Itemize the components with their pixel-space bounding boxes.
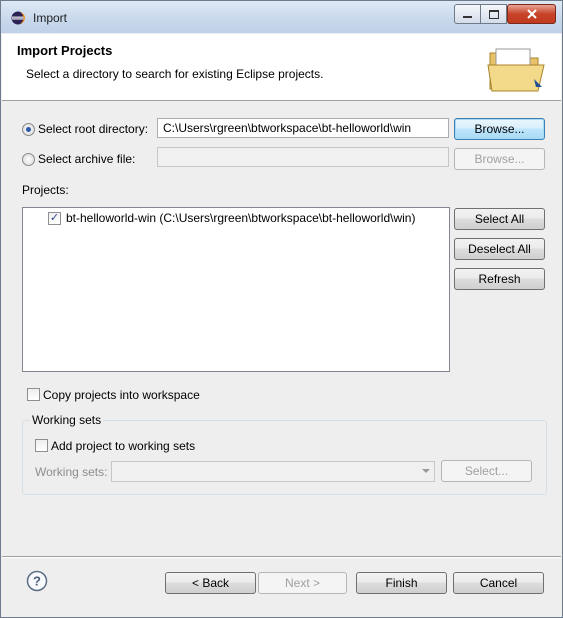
root-browse-button[interactable]: Browse... xyxy=(454,118,545,140)
close-button[interactable] xyxy=(507,4,556,24)
svg-text:?: ? xyxy=(33,574,41,589)
maximize-button[interactable] xyxy=(480,4,507,24)
archive-browse-button[interactable]: Browse... xyxy=(454,148,545,170)
root-directory-radio[interactable] xyxy=(22,123,35,136)
archive-file-input[interactable] xyxy=(157,147,449,167)
eclipse-icon xyxy=(11,11,25,25)
minimize-button[interactable] xyxy=(454,4,481,24)
window-title: Import xyxy=(33,11,68,25)
folder-import-icon xyxy=(487,48,545,92)
minimize-icon xyxy=(463,16,472,18)
add-to-working-sets-checkbox[interactable] xyxy=(35,439,48,452)
close-icon xyxy=(526,9,537,19)
back-button[interactable]: < Back xyxy=(165,572,256,594)
working-sets-select-button[interactable]: Select... xyxy=(441,460,532,482)
archive-file-label: Select archive file: xyxy=(38,152,136,166)
working-sets-group-title: Working sets xyxy=(30,413,104,427)
root-directory-label: Select root directory: xyxy=(38,122,149,136)
select-all-button[interactable]: Select All xyxy=(454,208,545,230)
help-icon[interactable]: ? xyxy=(26,570,48,592)
finish-button[interactable]: Finish xyxy=(356,572,447,594)
deselect-all-button[interactable]: Deselect All xyxy=(454,238,545,260)
working-sets-combo[interactable] xyxy=(111,461,435,482)
project-label: bt-helloworld-win (C:\Users\rgreen\btwor… xyxy=(66,211,416,225)
copy-projects-checkbox[interactable] xyxy=(27,388,40,401)
root-directory-input[interactable]: C:\Users\rgreen\btworkspace\bt-helloworl… xyxy=(157,118,449,138)
title-bar[interactable]: Import xyxy=(1,1,562,33)
copy-projects-label: Copy projects into workspace xyxy=(43,388,200,402)
project-checkbox[interactable]: ✓ xyxy=(48,212,61,225)
page-description: Select a directory to search for existin… xyxy=(26,67,324,81)
import-dialog: Import Import Projects Select a director… xyxy=(0,0,563,618)
chevron-down-icon xyxy=(422,469,430,473)
cancel-button[interactable]: Cancel xyxy=(453,572,544,594)
add-to-working-sets-label: Add project to working sets xyxy=(51,439,196,453)
footer-separator xyxy=(2,556,561,558)
projects-label: Projects: xyxy=(22,183,69,197)
refresh-button[interactable]: Refresh xyxy=(454,268,545,290)
working-sets-field-label: Working sets: xyxy=(35,465,108,479)
maximize-icon xyxy=(488,9,499,19)
archive-file-radio[interactable] xyxy=(22,153,35,166)
wizard-header: Import Projects Select a directory to se… xyxy=(2,34,561,101)
working-sets-group xyxy=(22,420,547,495)
page-title: Import Projects xyxy=(17,43,113,58)
projects-list[interactable]: ✓ bt-helloworld-win (C:\Users\rgreen\btw… xyxy=(22,207,450,372)
next-button[interactable]: Next > xyxy=(258,572,347,594)
